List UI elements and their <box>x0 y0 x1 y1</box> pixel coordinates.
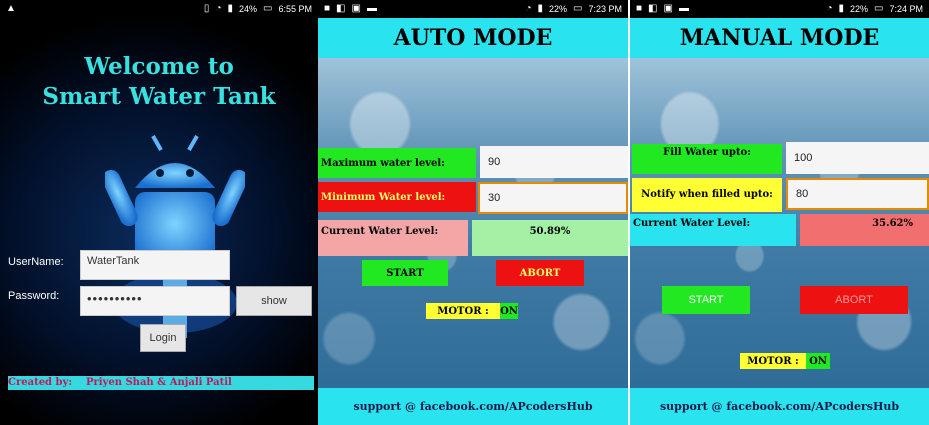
fill-upto-label: Fill Water upto: <box>632 144 782 174</box>
battery-icon: ▭ <box>573 3 583 14</box>
motor-label: MOTOR : <box>740 353 806 369</box>
fill-upto-input[interactable]: 100 <box>786 142 929 174</box>
abort-button-label: ABORT <box>519 267 561 279</box>
signal-icon: ▮ <box>838 3 844 14</box>
battery-percent: 22% <box>850 4 869 14</box>
login-screen: ▲ ▯ ◔ ▮ 24% ▭ 6:55 PM Welcome to Smart W… <box>0 0 318 425</box>
clock: 7:24 PM <box>889 4 923 14</box>
max-level-label: Maximum water level: <box>318 148 476 178</box>
wifi-icon: ◔ <box>525 3 532 14</box>
current-level-label: Current Water Level: <box>318 220 468 256</box>
battery-percent: 22% <box>549 4 568 14</box>
manual-mode-screen: ■ ◧ ▣ ▬ ◔ ▮ 22% ▭ 7:24 PM MANUAL MODE Fi… <box>630 0 929 425</box>
battery-percent: 24% <box>239 4 258 14</box>
battery-icon: ▭ <box>874 3 884 14</box>
min-level-input[interactable]: 30 <box>478 182 628 214</box>
abort-button[interactable]: ABORT <box>496 260 584 286</box>
min-level-label: Minimum Water level: <box>318 182 476 212</box>
clock: 6:55 PM <box>278 4 312 14</box>
notification-icon: ▣ <box>663 3 673 14</box>
username-label: UserName: <box>8 256 64 268</box>
start-button-label: START <box>386 267 424 279</box>
welcome-title: Welcome to Smart Water Tank <box>0 52 318 112</box>
login-button[interactable]: Login <box>140 324 186 352</box>
notification-icon: ◧ <box>648 3 658 14</box>
status-bar: ▲ ▯ ◔ ▮ 24% ▭ 6:55 PM <box>0 0 318 18</box>
notify-label: Notify when filled upto: <box>632 178 782 212</box>
status-bar: ■ ◧ ▣ ▬ ◔ ▮ 22% ▭ 7:24 PM <box>630 0 929 18</box>
username-field[interactable]: WaterTank <box>80 250 230 280</box>
motor-status-badge: ON <box>806 353 830 369</box>
motor-status-badge: ON <box>500 303 518 319</box>
clock: 7:23 PM <box>588 4 622 14</box>
notification-icon: ◧ <box>336 3 346 14</box>
motor-label: MOTOR : <box>426 303 500 319</box>
notification-icon: ▬ <box>366 3 377 14</box>
welcome-line-1: Welcome to <box>84 53 234 80</box>
wifi-icon: ◔ <box>826 3 833 14</box>
notification-icon: ▣ <box>351 3 361 14</box>
welcome-line-2: Smart Water Tank <box>42 83 276 110</box>
page-title: MANUAL MODE <box>630 18 929 58</box>
current-level-value: 50.89% <box>472 220 628 256</box>
abort-button-label: ABORT <box>835 294 873 306</box>
auto-mode-screen: ■ ◧ ▣ ▬ ◔ ▮ 22% ▭ 7:23 PM AUTO MODE Maxi… <box>318 0 628 425</box>
password-label: Password: <box>8 290 60 302</box>
password-field[interactable]: •••••••••• <box>80 286 230 316</box>
start-button[interactable]: START <box>362 260 448 286</box>
signal-icon: ▮ <box>537 3 543 14</box>
start-button-label: START <box>688 294 724 306</box>
signal-icon: ▮ <box>227 3 233 14</box>
start-button[interactable]: START <box>662 286 750 314</box>
warning-icon: ▲ <box>6 3 16 14</box>
support-footer[interactable]: support @ facebook.com/APcodersHub <box>630 388 929 425</box>
page-title: AUTO MODE <box>318 18 628 58</box>
status-bar: ■ ◧ ▣ ▬ ◔ ▮ 22% ▭ 7:23 PM <box>318 0 628 18</box>
current-level-label: Current Water Level: <box>630 214 796 246</box>
max-level-input[interactable]: 90 <box>480 146 628 178</box>
wifi-icon: ◔ <box>215 3 222 14</box>
notification-icon: ■ <box>324 3 331 14</box>
vibrate-icon: ▯ <box>203 3 210 14</box>
battery-icon: ▭ <box>263 3 273 14</box>
notification-icon: ■ <box>636 3 643 14</box>
notification-icon: ▬ <box>678 3 689 14</box>
notify-input[interactable]: 80 <box>786 178 929 210</box>
support-footer[interactable]: support @ facebook.com/APcodersHub <box>318 388 628 425</box>
abort-button[interactable]: ABORT <box>800 286 908 314</box>
show-password-button[interactable]: show <box>236 286 312 316</box>
credits-bar: Created by: Priyen Shah & Anjali Patil <box>8 376 314 390</box>
current-level-value: 35.62% <box>800 214 929 246</box>
